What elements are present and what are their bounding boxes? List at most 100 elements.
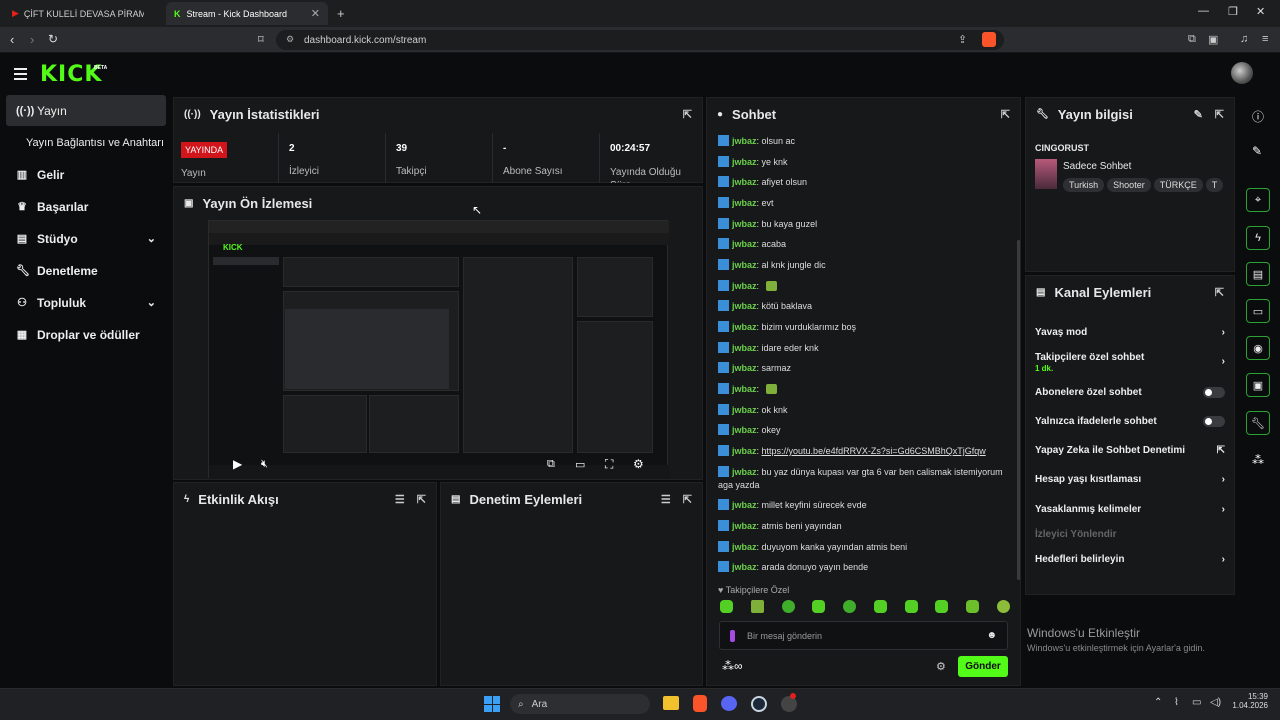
actions-icon[interactable]: ▣	[1246, 373, 1270, 397]
emote-icon[interactable]	[873, 600, 887, 613]
mic-tray-icon[interactable]: ⌇	[1174, 697, 1179, 708]
media-icon[interactable]: ♫	[1240, 33, 1248, 45]
send-button[interactable]: Gönder	[958, 656, 1008, 677]
chat-username[interactable]: jwbaz	[732, 542, 757, 552]
brave-browser-icon[interactable]	[693, 695, 707, 712]
share-icon[interactable]: ⇪	[958, 33, 967, 46]
discord-icon[interactable]	[721, 696, 737, 711]
chat-username[interactable]: jwbaz	[732, 322, 757, 332]
chat-username[interactable]: jwbaz	[732, 198, 757, 208]
chat-link[interactable]: https://youtu.be/e4fdRRVX-Zs?si=Gd6CSMBh…	[762, 446, 986, 456]
chat-username[interactable]: jwbaz	[732, 301, 757, 311]
chat-username[interactable]: jwbaz	[732, 562, 757, 572]
subscribers-only-toggle[interactable]	[1203, 387, 1225, 398]
target-icon[interactable]: ⌖	[1246, 188, 1270, 212]
emote-icon[interactable]	[781, 600, 795, 613]
stream-video-preview[interactable]: KICK ▶ 🔇︎ ⧉ ▭ ⛶ ⚙	[208, 220, 669, 479]
chat-username[interactable]: jwbaz	[732, 500, 757, 510]
volume-icon[interactable]: ◁)	[1210, 697, 1221, 708]
sidebar-item-yayin[interactable]: ((·)) Yayın	[6, 95, 166, 126]
emotes-only-toggle[interactable]	[1203, 416, 1225, 427]
slow-mode-action[interactable]: Yavaş mod ›	[1035, 327, 1225, 338]
play-icon[interactable]: ▶	[233, 457, 242, 471]
chat-username[interactable]: jwbaz	[732, 177, 757, 187]
emote-icon[interactable]	[750, 600, 764, 613]
close-tab-icon[interactable]: ✕	[311, 7, 320, 20]
reload-icon[interactable]: ↻	[48, 32, 58, 46]
tag[interactable]: Shooter	[1107, 178, 1151, 192]
chat-username[interactable]: jwbaz	[732, 384, 757, 394]
mute-icon[interactable]: 🔇︎	[261, 458, 268, 471]
wrench-icon[interactable]: 🔧︎	[1246, 411, 1270, 435]
broadcast-icon[interactable]: ◉	[1246, 336, 1270, 360]
chat-username[interactable]: jwbaz	[732, 281, 757, 291]
tag[interactable]: TÜRKÇE	[1153, 178, 1203, 192]
minimize-icon[interactable]: —	[1198, 5, 1209, 17]
browser-tab-1[interactable]: ▶ ÇİFT KULELİ DEVASA PİRAMİT EVDE ...	[4, 2, 164, 25]
bookmark-icon[interactable]: ⌑	[258, 33, 264, 46]
popout-icon[interactable]: ⇱	[683, 108, 692, 121]
kick-points-icon[interactable]: ⁂∞	[722, 659, 743, 673]
chat-scrollbar[interactable]	[1017, 240, 1020, 580]
chat-username[interactable]: jwbaz	[732, 467, 757, 477]
emote-icon[interactable]	[966, 600, 980, 613]
extensions-icon[interactable]: ⧉	[1188, 33, 1196, 46]
emoji-icon[interactable]: ☻	[986, 630, 997, 641]
user-avatar[interactable]	[1231, 62, 1253, 84]
edit-icon[interactable]: ✎	[1194, 108, 1203, 121]
sidebar-item-gelir[interactable]: ▥ Gelir	[6, 159, 166, 190]
emote-icon[interactable]	[904, 600, 918, 613]
file-explorer-icon[interactable]	[663, 696, 679, 710]
emote-icon[interactable]	[812, 600, 826, 613]
close-window-icon[interactable]: ✕	[1256, 5, 1265, 18]
maximize-icon[interactable]: ❐	[1228, 5, 1238, 18]
emote-icon[interactable]	[935, 600, 949, 613]
chat-username[interactable]: jwbaz	[732, 239, 757, 249]
network-icon[interactable]: ▭	[1192, 697, 1201, 708]
chat-username[interactable]: jwbaz	[732, 405, 757, 415]
chat-username[interactable]: jwbaz	[732, 157, 757, 167]
chat-username[interactable]: jwbaz	[732, 521, 757, 531]
info-icon[interactable]: ⓘ	[1252, 108, 1264, 125]
browser-tab-2[interactable]: K Stream - Kick Dashboard ✕	[166, 2, 328, 25]
sidebar-item-basarilar[interactable]: ♛ Başarılar	[6, 191, 166, 222]
settings-icon[interactable]: ⚙	[633, 457, 644, 471]
filter-icon[interactable]: ☰	[395, 493, 405, 506]
chat-settings-icon[interactable]: ⚙	[936, 660, 946, 673]
chat-username[interactable]: jwbaz	[732, 343, 757, 353]
url-input[interactable]: dashboard.kick.com/stream	[276, 30, 1004, 50]
sidebar-item-stream-key[interactable]: Yayın Bağlantısı ve Anahtarı	[6, 127, 172, 158]
windows-start-icon[interactable]	[484, 696, 500, 712]
hamburger-menu-icon[interactable]	[14, 68, 27, 83]
edit-icon[interactable]: ✎	[1252, 144, 1262, 158]
chat-username[interactable]: jwbaz	[732, 219, 757, 229]
pip-icon[interactable]: ⧉	[547, 458, 555, 471]
chat-username[interactable]: jwbaz	[732, 136, 757, 146]
chat-username[interactable]: jwbaz	[732, 260, 757, 270]
site-info-icon[interactable]: ⚙	[286, 34, 294, 45]
tag[interactable]: T	[1205, 178, 1224, 192]
filter-icon[interactable]: ☰	[661, 493, 671, 506]
popout-icon[interactable]: ⇱	[1215, 286, 1224, 299]
document-icon[interactable]: ▤	[1246, 262, 1270, 286]
chat-username[interactable]: jwbaz	[732, 425, 757, 435]
steam-icon[interactable]	[751, 696, 767, 712]
fullscreen-icon[interactable]: ⛶	[605, 457, 613, 472]
followers-only-action[interactable]: Takipçilere özel sohbet 1 dk. ›	[1035, 352, 1225, 374]
goals-action[interactable]: Hedefleri belirleyin ›	[1035, 554, 1225, 565]
sidebar-item-denetleme[interactable]: 🔧︎ Denetleme	[6, 255, 166, 286]
popout-icon[interactable]: ⇱	[1215, 108, 1224, 121]
account-age-action[interactable]: Hesap yaşı kısıtlaması ›	[1035, 474, 1225, 485]
chat-username[interactable]: jwbaz	[732, 363, 757, 373]
tag[interactable]: Turkish	[1063, 178, 1105, 192]
mic-icon[interactable]	[730, 629, 735, 642]
emote-icon[interactable]	[843, 600, 857, 613]
taskbar-clock[interactable]: 15:39 1.04.2026	[1232, 692, 1268, 710]
back-icon[interactable]: ‹	[10, 32, 14, 47]
popout-icon[interactable]: ⇱	[683, 493, 692, 506]
new-tab-icon[interactable]: +	[337, 6, 345, 21]
sidebar-item-droplar[interactable]: ▦ Droplar ve ödüller	[6, 319, 166, 350]
sidebar-item-studyo[interactable]: ▤ Stüdyo ⌄	[6, 223, 166, 254]
menu-icon[interactable]: ≡	[1262, 33, 1268, 45]
forward-icon[interactable]: ›	[30, 32, 34, 47]
